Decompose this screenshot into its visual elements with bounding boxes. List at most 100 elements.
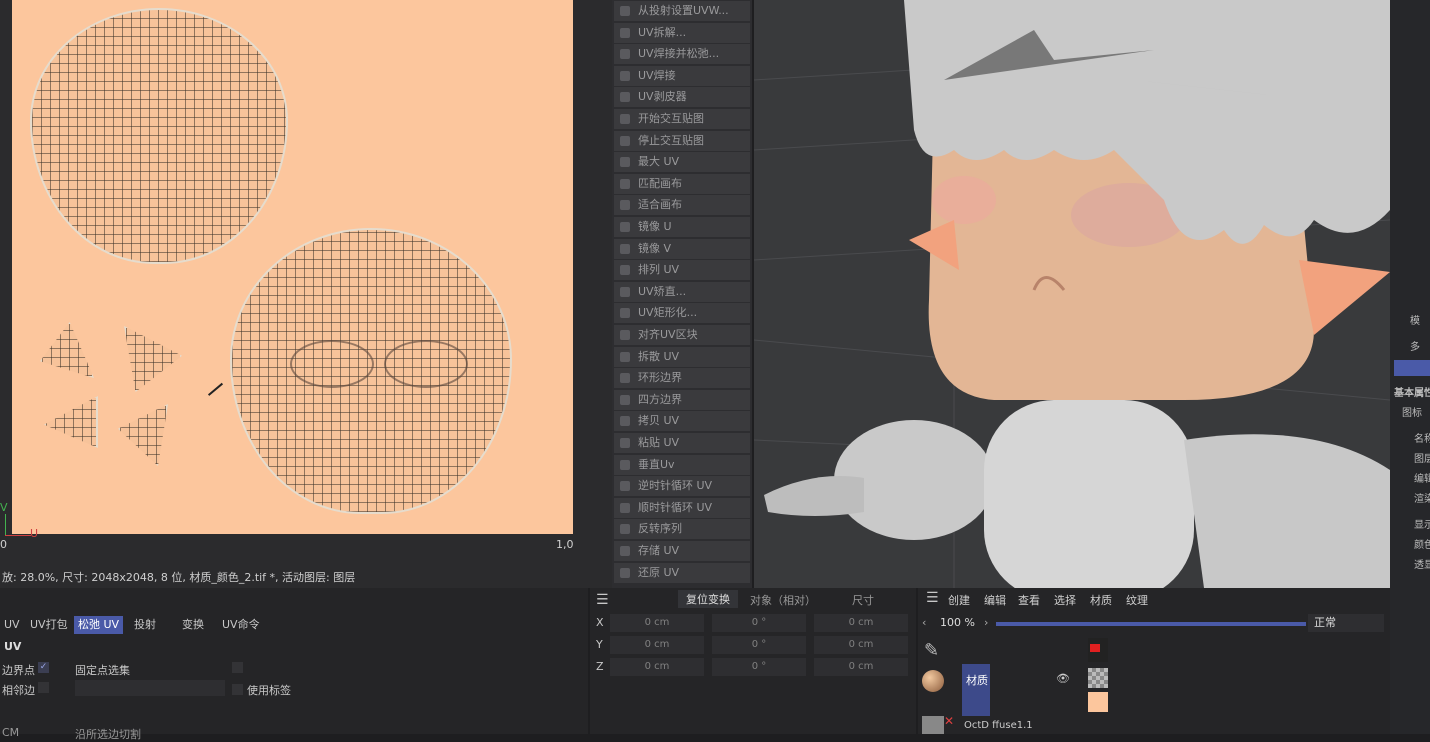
position-z-field[interactable]: 0 cm (610, 658, 704, 676)
position-x-field[interactable]: 0 cm (610, 614, 704, 632)
tab-relax-uv[interactable]: 松弛 UV (74, 616, 124, 634)
neighbor-edges-checkbox[interactable] (38, 682, 49, 693)
pin-selection-checkbox[interactable] (232, 662, 243, 673)
uv-command-button[interactable]: 最大 UV (614, 152, 750, 173)
uv-tool-panel: UV UV打包 松弛 UV 投射 变换 UV命令 UV 边界点 ✓ 固定点选集 … (0, 588, 588, 741)
tab-uv-commands[interactable]: UV命令 (218, 616, 264, 634)
uv-command-button[interactable]: 垂直Uv (614, 454, 750, 475)
command-label: 逆时针循环 UV (638, 479, 713, 493)
uv-command-button[interactable]: 反转序列 (614, 519, 750, 540)
material-name-label[interactable]: 材质 (966, 672, 988, 688)
size-z-field[interactable]: 0 cm (814, 658, 908, 676)
menu-edit[interactable]: 编辑 (984, 592, 1006, 608)
uv-command-button[interactable]: 排列 UV (614, 260, 750, 281)
delete-x-icon[interactable]: ✕ (944, 714, 954, 728)
uv-command-button[interactable]: 四方边界 (614, 389, 750, 410)
command-label: 排列 UV (638, 263, 680, 277)
uv-command-button[interactable]: 环形边界 (614, 368, 750, 389)
second-material-ball[interactable] (922, 716, 944, 734)
uv-command-button[interactable]: 镜像 U (614, 217, 750, 237)
zoom-slider[interactable] (996, 622, 1306, 626)
visibility-eye-icon[interactable]: 👁 (1056, 672, 1070, 685)
position-y-field[interactable]: 0 cm (610, 636, 704, 654)
uv-island-ear-4[interactable] (118, 404, 168, 466)
uv-command-button[interactable]: 顺时针循环 UV (614, 497, 750, 518)
uv-command-button[interactable]: 开始交互贴图 (614, 109, 750, 129)
uv-island-ear-1[interactable] (40, 322, 94, 378)
object-mode-select[interactable]: 对象（相对） (750, 592, 816, 608)
uv-command-button[interactable]: 匹配画布 (614, 173, 750, 194)
size-mode-select[interactable]: 尺寸 (852, 592, 874, 608)
uv-command-button[interactable]: 对齐UV区块 (614, 325, 750, 345)
attr-label-layer: 图层 (1414, 454, 1430, 465)
3d-viewport[interactable] (754, 0, 1390, 588)
pin-selection-field[interactable] (75, 680, 225, 696)
uv-command-button[interactable]: 停止交互贴图 (614, 130, 750, 151)
command-label: 粘贴 UV (638, 436, 680, 449)
uv-island-ear-3[interactable] (44, 396, 98, 448)
tab-uv[interactable]: UV (0, 616, 24, 634)
uv-command-button[interactable]: UV焊接并松弛... (614, 44, 750, 65)
material-preview-ball[interactable] (922, 670, 944, 692)
texture-thumb-red[interactable] (1088, 638, 1108, 662)
uv-command-button[interactable]: UV拆解... (614, 22, 750, 43)
uv-eye-right (384, 340, 468, 388)
blend-mode-select[interactable]: 正常 (1308, 614, 1384, 632)
rotation-z-field[interactable]: 0 ° (712, 658, 806, 676)
zoom-prev-icon[interactable]: ‹ (922, 616, 926, 629)
uv-command-button[interactable]: 还原 UV (614, 562, 750, 583)
use-tags-checkbox[interactable] (232, 684, 243, 695)
attr-label-xray: 透显 (1414, 560, 1430, 571)
tab-projection[interactable]: 投射 (130, 616, 160, 634)
uv-command-button[interactable]: 从投射设置UVW... (614, 1, 750, 21)
tab-transform[interactable]: 变换 (178, 616, 208, 634)
uv-command-button[interactable]: 镜像 V (614, 238, 750, 259)
use-tags-label: 使用标签 (247, 684, 291, 697)
attr-label-multi[interactable]: 多 (1410, 338, 1430, 356)
pencil-icon[interactable]: ✎ (924, 640, 939, 661)
axis-z-label: Z (596, 660, 604, 673)
uv-command-button[interactable]: UV焊接 (614, 65, 750, 86)
uv-command-button[interactable]: 拆散 UV (614, 346, 750, 367)
uv-command-button[interactable]: UV剥皮器 (614, 87, 750, 108)
uv-axis-u-line (5, 535, 31, 536)
command-icon (620, 243, 630, 254)
border-points-checkbox[interactable]: ✓ (38, 662, 49, 673)
menu-create[interactable]: 创建 (948, 592, 970, 608)
attr-label-icon[interactable]: 图标 (1402, 404, 1430, 422)
rotation-y-field[interactable]: 0 ° (712, 636, 806, 654)
uv-command-button[interactable]: UV矩形化... (614, 303, 750, 324)
texture-thumb-checker[interactable] (1088, 668, 1108, 688)
reset-transform-button[interactable]: 复位变换 (678, 590, 738, 608)
command-label: 四方边界 (638, 392, 682, 406)
uv-command-button[interactable]: UV矫直... (614, 281, 750, 302)
rotation-x-field[interactable]: 0 ° (712, 614, 806, 632)
uv-command-button[interactable]: 拷贝 UV (614, 411, 750, 432)
uv-texture-canvas[interactable] (12, 0, 573, 534)
material-manager: ☰ 创建 编辑 查看 选择 材质 纹理 ‹ 100 % › 正常 ✎ 材质 👁 … (918, 588, 1390, 734)
menu-select[interactable]: 选择 (1054, 592, 1076, 608)
zoom-next-icon[interactable]: › (984, 616, 988, 629)
second-material-label[interactable]: OctD ffuse1.1 (964, 720, 1033, 731)
texture-thumb-color[interactable] (1088, 692, 1108, 712)
size-y-field[interactable]: 0 cm (814, 636, 908, 654)
uv-island-fragment[interactable] (198, 372, 224, 396)
uv-command-button[interactable]: 逆时针循环 UV (614, 476, 750, 497)
uv-command-button[interactable]: 适合画布 (614, 195, 750, 216)
material-menu-icon[interactable]: ☰ (926, 590, 939, 606)
uv-island-head-top[interactable] (30, 8, 288, 264)
command-icon (620, 114, 630, 124)
size-x-field[interactable]: 0 cm (814, 614, 908, 632)
menu-material[interactable]: 材质 (1090, 592, 1112, 608)
menu-texture[interactable]: 纹理 (1126, 592, 1148, 608)
command-icon (620, 459, 630, 470)
uv-island-ear-2[interactable] (124, 326, 182, 392)
tab-uv-pack[interactable]: UV打包 (26, 616, 72, 634)
attr-label-model[interactable]: 模 (1410, 312, 1430, 330)
menu-view[interactable]: 查看 (1018, 592, 1040, 608)
uv-command-button[interactable]: 粘贴 UV (614, 433, 750, 453)
attr-label-name: 名称 (1414, 434, 1430, 445)
coord-menu-icon[interactable]: ☰ (596, 592, 609, 608)
zoom-value[interactable]: 100 % (940, 616, 975, 629)
uv-command-button[interactable]: 存储 UV (614, 541, 750, 561)
